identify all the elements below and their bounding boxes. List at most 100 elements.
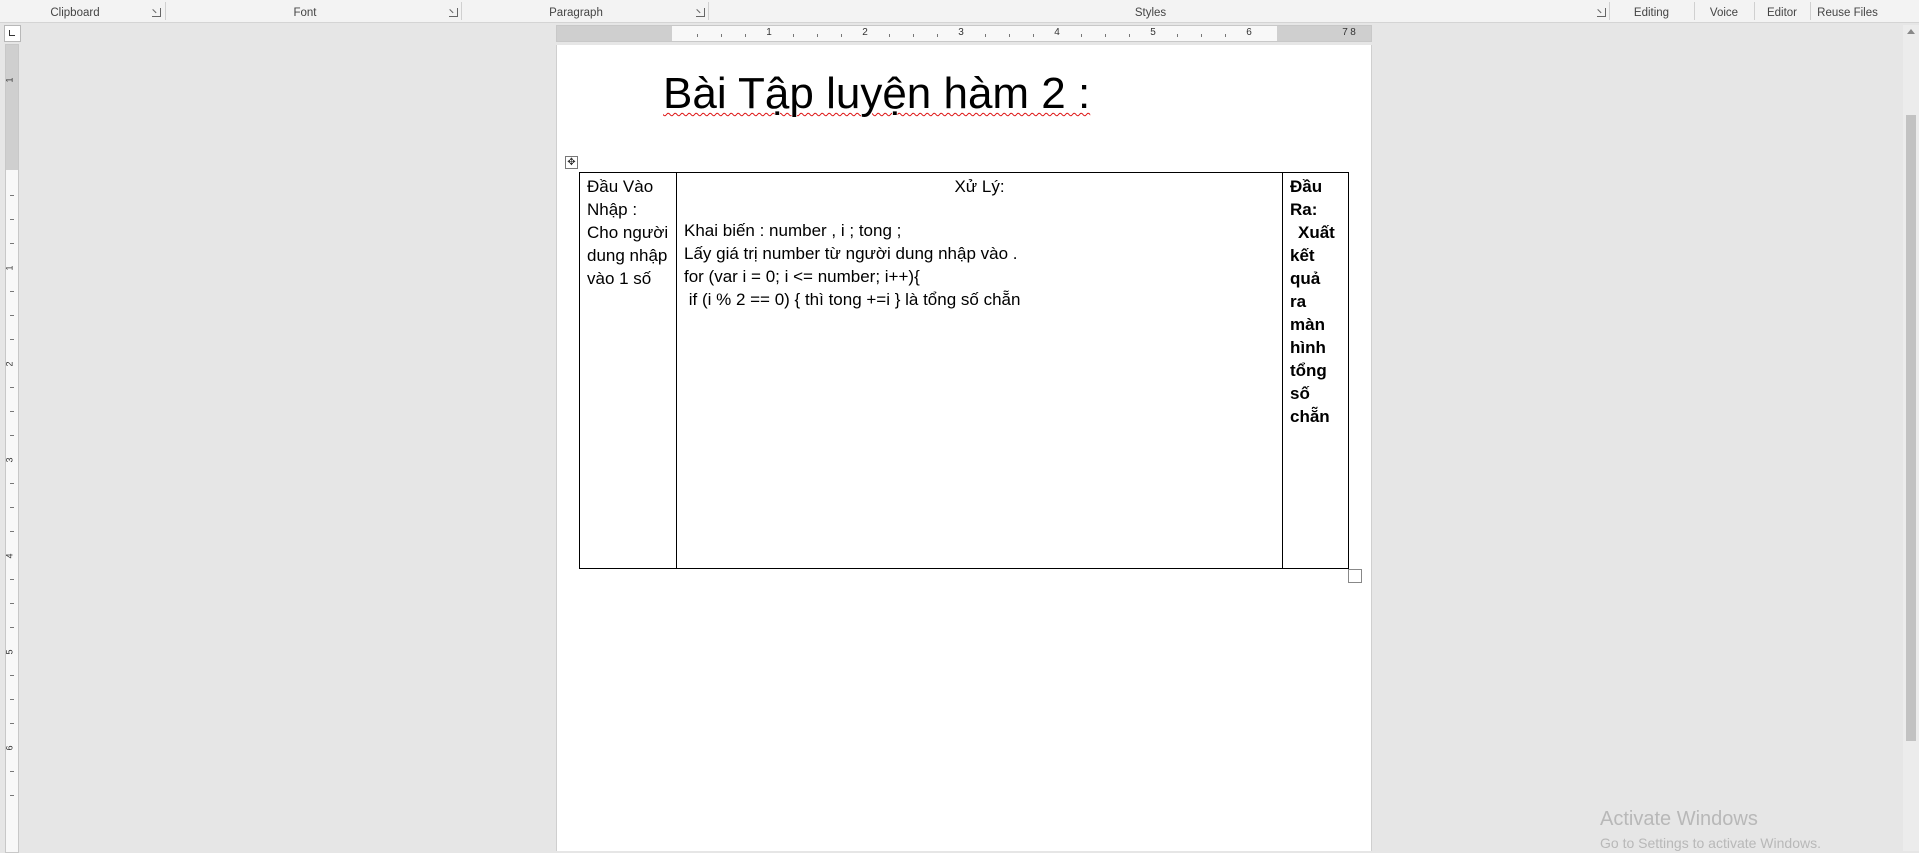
ruler-number: 3	[4, 457, 15, 463]
paragraph-dialog-launcher-icon[interactable]	[696, 8, 705, 17]
ruler-tick	[10, 243, 14, 244]
ruler-tick	[10, 315, 14, 316]
ruler-tick	[10, 579, 14, 580]
output-line: Xuất	[1298, 223, 1335, 242]
process-line: Lấy giá trị number từ người dung nhập và…	[684, 244, 1018, 263]
ruler-tick	[793, 34, 794, 37]
process-line: if (i % 2 == 0) { thì tong +=i } là tổng…	[684, 290, 1021, 309]
ruler-tick	[937, 34, 938, 37]
ruler-number: 3	[958, 27, 964, 38]
ruler-tick	[889, 34, 890, 37]
output-cell[interactable]: Đầu Ra: Xuất kết quả ra màn hình tổng số…	[1282, 172, 1349, 569]
scroll-up-arrow-icon[interactable]	[1907, 29, 1915, 34]
table-resize-handle[interactable]	[1348, 569, 1362, 583]
input-line: Nhập :	[587, 200, 638, 219]
ruler-tick	[985, 34, 986, 37]
input-line: vào 1 số	[587, 269, 652, 288]
ruler-tick	[10, 507, 14, 508]
ruler-tick	[10, 795, 14, 796]
ruler-tick	[817, 34, 818, 37]
ruler-tick	[1105, 34, 1106, 37]
output-line: Ra:	[1290, 200, 1318, 219]
input-header: Đầu Vào	[587, 177, 654, 196]
ruler-tick	[10, 531, 14, 532]
tab-selector[interactable]	[4, 25, 21, 42]
ruler-tick	[10, 339, 14, 340]
input-line: dung nhập	[587, 246, 668, 265]
font-group-label: Font	[293, 7, 317, 19]
ruler-number: 2	[862, 27, 868, 38]
activate-windows-watermark: Activate Windows Go to Settings to activ…	[1600, 808, 1821, 851]
ruler-number: 5	[4, 649, 15, 655]
ruler-tick	[841, 34, 842, 37]
ruler-tick	[10, 195, 14, 196]
clipboard-group-label: Clipboard	[50, 7, 100, 19]
ruler-number: 6	[1246, 27, 1252, 38]
styles-dialog-launcher-icon[interactable]	[1597, 8, 1606, 17]
vertical-ruler[interactable]: 1 1 2 3 4 5 6	[5, 44, 19, 853]
ruler-number: 4	[1054, 27, 1060, 38]
reuse-files-group-label: Reuse Files	[1817, 7, 1878, 19]
ruler-tick	[10, 723, 14, 724]
ruler-number: 4	[4, 553, 15, 559]
ruler-tick	[10, 603, 14, 604]
ruler-tick	[1177, 34, 1178, 37]
styles-group-label: Styles	[1134, 7, 1167, 19]
ruler-number: 6	[4, 745, 15, 751]
ruler-tick	[697, 34, 698, 37]
ruler-right-margin	[1277, 26, 1371, 41]
ruler-tick	[10, 771, 14, 772]
watermark-title: Activate Windows	[1600, 808, 1758, 830]
output-line: quả ra	[1290, 269, 1321, 311]
process-cell[interactable]: Xử Lý: Khai biến : number , i ; tong ; L…	[676, 172, 1283, 569]
output-line: màn	[1290, 315, 1325, 334]
ribbon-group-bar: Clipboard Font Paragraph Styles Editing …	[0, 0, 1919, 23]
ruler-left-margin	[557, 26, 672, 41]
ruler-tick	[1033, 34, 1034, 37]
process-header: Xử Lý:	[954, 177, 1005, 196]
ruler-number: 7	[1342, 27, 1348, 38]
document-table[interactable]: Đầu Vào Nhập : Cho người dung nhập vào 1…	[579, 172, 1349, 569]
ruler-tick	[1201, 34, 1202, 37]
font-dialog-launcher-icon[interactable]	[449, 8, 458, 17]
ruler-number: 5	[1150, 27, 1156, 38]
table-row: Đầu Vào Nhập : Cho người dung nhập vào 1…	[579, 172, 1349, 569]
ruler-tick	[745, 34, 746, 37]
input-line: Cho người	[587, 223, 669, 242]
ruler-tick	[1009, 34, 1010, 37]
ruler-tick	[721, 34, 722, 37]
watermark-subtitle: Go to Settings to activate Windows.	[1600, 835, 1821, 851]
ruler-number: 1	[4, 77, 15, 83]
ruler-top-margin	[6, 45, 18, 170]
ruler-tick	[1129, 34, 1130, 37]
ruler-number: 1	[4, 265, 15, 271]
ruler-tick	[10, 387, 14, 388]
process-line: for (var i = 0; i <= number; i++){	[684, 267, 920, 286]
output-line: tổng	[1290, 361, 1327, 380]
output-line: Đầu	[1290, 177, 1323, 196]
ruler-tick	[913, 34, 914, 37]
ruler-tick	[1225, 34, 1226, 37]
input-cell[interactable]: Đầu Vào Nhập : Cho người dung nhập vào 1…	[579, 172, 677, 569]
clipboard-dialog-launcher-icon[interactable]	[152, 8, 161, 17]
output-line: số	[1290, 384, 1310, 403]
voice-group-label: Voice	[1709, 7, 1739, 19]
scroll-thumb[interactable]	[1906, 115, 1916, 741]
process-line: Khai biến : number , i ; tong ;	[684, 221, 902, 240]
ruler-tick	[10, 675, 14, 676]
ruler-tick	[10, 291, 14, 292]
document-page[interactable]: Bài Tập luyện hàm 2 : ✥ Đầu Vào Nhập : C…	[556, 45, 1372, 851]
output-line: kết	[1290, 246, 1315, 265]
table-move-handle-icon[interactable]: ✥	[565, 156, 578, 169]
vertical-scrollbar[interactable]	[1903, 25, 1919, 851]
document-title[interactable]: Bài Tập luyện hàm 2 :	[663, 69, 1090, 119]
paragraph-group-label: Paragraph	[549, 7, 603, 19]
editing-group-label: Editing	[1633, 7, 1670, 19]
ruler-tick	[10, 483, 14, 484]
ruler-number: 2	[4, 361, 15, 367]
ruler-tick	[10, 699, 14, 700]
horizontal-ruler[interactable]: 1 2 3 4 5 6 7 8	[556, 25, 1372, 42]
ruler-tick	[10, 627, 14, 628]
ruler-number: 8	[1350, 27, 1356, 38]
ruler-number: 1	[766, 27, 772, 38]
